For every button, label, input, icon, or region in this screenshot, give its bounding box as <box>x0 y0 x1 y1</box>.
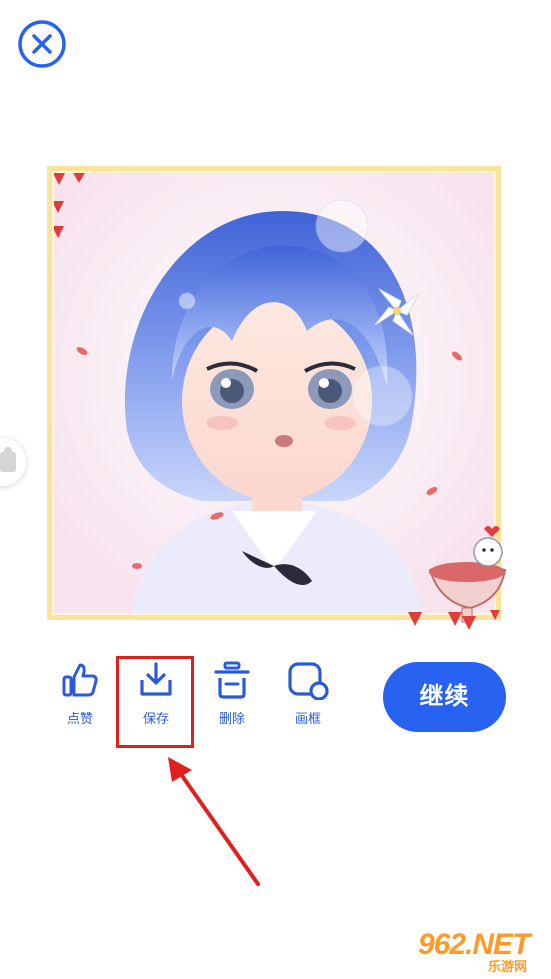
ice-cream-sticker <box>408 526 507 630</box>
delete-label: 删除 <box>218 711 245 726</box>
frame-label: 画框 <box>294 711 321 726</box>
continue-button[interactable]: 继续 <box>383 662 506 732</box>
side-float-button[interactable] <box>0 438 26 486</box>
like-button[interactable]: 点赞 <box>52 660 108 727</box>
save-highlight-box <box>116 656 194 748</box>
close-button[interactable] <box>16 18 68 70</box>
like-label: 点赞 <box>66 711 93 726</box>
delete-button[interactable]: 删除 <box>204 660 260 727</box>
watermark-sub: 乐游网 <box>488 959 528 974</box>
watermark: 962.NET 乐游网 <box>418 928 546 974</box>
frame-button[interactable]: 画框 <box>280 660 336 727</box>
frame-icon <box>288 662 329 700</box>
trash-icon <box>214 661 250 699</box>
puzzle-icon <box>0 447 16 472</box>
thumbs-up-icon <box>62 663 98 697</box>
close-icon <box>18 20 66 68</box>
